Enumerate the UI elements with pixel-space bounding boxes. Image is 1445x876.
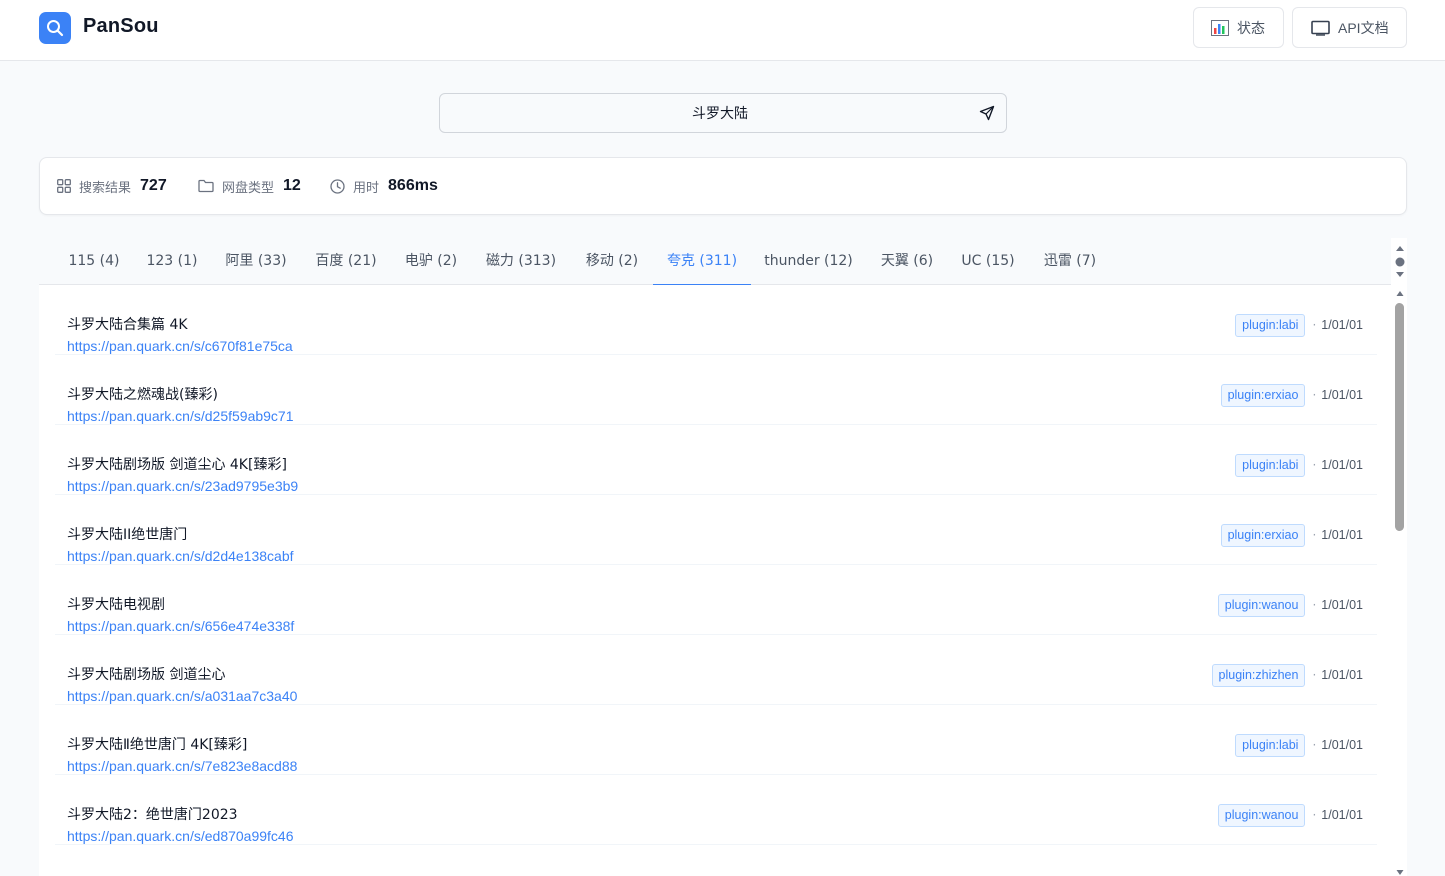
separator-dot: · — [1312, 738, 1317, 752]
result-date: 1/01/01 — [1321, 388, 1363, 402]
result-date: 1/01/01 — [1321, 808, 1363, 822]
time-label: 用时 — [353, 180, 380, 196]
stat-types: 网盘类型 12 — [198, 158, 301, 214]
result-title: 斗罗大陆电视剧 — [67, 597, 165, 613]
separator-dot: · — [1312, 598, 1317, 612]
tab-mobile[interactable]: 移动 (2) — [571, 238, 653, 285]
types-value: 12 — [283, 177, 301, 194]
result-title: 斗罗大陆Ⅱ绝世唐门 4K[臻彩] — [67, 737, 248, 753]
tab-edonkey[interactable]: 电驴 (2) — [391, 238, 471, 285]
result-item[interactable]: 斗罗大陆Ⅱ绝世唐门 4K[臻彩] https://pan.quark.cn/s/… — [55, 705, 1377, 775]
tab-xunlei[interactable]: 迅雷 (7) — [1028, 238, 1112, 285]
result-item[interactable]: 斗罗大陆电视剧 https://pan.quark.cn/s/656e474e3… — [55, 565, 1377, 635]
result-date: 1/01/01 — [1321, 458, 1363, 472]
result-title: 斗罗大陆2：绝世唐门2023 — [67, 807, 238, 823]
scrollbar-thumb[interactable] — [1395, 303, 1404, 531]
source-tag: plugin:labi — [1235, 453, 1306, 477]
result-link[interactable]: https://pan.quark.cn/s/d2d4e138cabf — [67, 548, 294, 564]
stat-results: 搜索结果 727 — [57, 158, 167, 214]
folder-icon — [198, 179, 214, 193]
top-header: PanSou 状态 API文档 — [0, 0, 1445, 61]
source-tag: plugin:labi — [1235, 313, 1306, 337]
results-panel: 115 (4) 123 (1) 阿里 (33) 百度 (21) 电驴 (2) 磁… — [39, 238, 1407, 876]
tab-thunder[interactable]: thunder (12) — [751, 238, 866, 285]
result-title: 斗罗大陆之燃魂战(臻彩) — [67, 387, 218, 403]
result-link[interactable]: https://pan.quark.cn/s/7e823e8acd88 — [67, 758, 297, 774]
result-meta: plugin:wanou · 1/01/01 — [1217, 593, 1363, 617]
result-title: 斗罗大陆II绝世唐门 — [67, 527, 188, 543]
api-docs-button[interactable]: API文档 — [1292, 7, 1407, 48]
tab-magnet[interactable]: 磁力 (313) — [471, 238, 571, 285]
source-tag: plugin:wanou — [1217, 593, 1306, 617]
search-icon[interactable] — [39, 12, 71, 44]
source-tag: plugin:erxiao — [1220, 383, 1306, 407]
separator-dot: · — [1312, 808, 1317, 822]
result-meta: plugin:zhizhen · 1/01/01 — [1211, 663, 1363, 687]
source-tag: plugin:labi — [1235, 733, 1306, 757]
send-icon[interactable] — [979, 105, 995, 121]
monitor-icon — [1311, 20, 1330, 36]
separator-dot: · — [1312, 388, 1317, 402]
separator-dot: · — [1312, 458, 1317, 472]
tab-uc[interactable]: UC (15) — [948, 238, 1028, 285]
result-item[interactable]: 斗罗大陆剧场版 剑道尘心 4K[臻彩] https://pan.quark.cn… — [55, 425, 1377, 495]
result-meta: plugin:labi · 1/01/01 — [1235, 313, 1363, 337]
result-link[interactable]: https://pan.quark.cn/s/656e474e338f — [67, 618, 294, 634]
tab-quark[interactable]: 夸克 (311) — [653, 238, 751, 285]
results-value: 727 — [140, 177, 167, 194]
stats-card: 搜索结果 727 网盘类型 12 用时 866ms — [39, 157, 1407, 215]
types-label: 网盘类型 — [222, 180, 275, 196]
result-link[interactable]: https://pan.quark.cn/s/d25f59ab9c71 — [67, 408, 294, 424]
result-link[interactable]: https://pan.quark.cn/s/23ad9795e3b9 — [67, 478, 298, 494]
source-tag: plugin:erxiao — [1220, 523, 1306, 547]
result-link[interactable]: https://pan.quark.cn/s/c670f81e75ca — [67, 338, 293, 354]
grid-icon — [57, 179, 71, 193]
source-tag: plugin:zhizhen — [1211, 663, 1306, 687]
status-button[interactable]: 状态 — [1193, 7, 1284, 48]
tab-baidu[interactable]: 百度 (21) — [301, 238, 391, 285]
tab-aliyun[interactable]: 阿里 (33) — [211, 238, 301, 285]
result-link[interactable]: https://pan.quark.cn/s/a031aa7c3a40 — [67, 688, 297, 704]
result-title: 斗罗大陆剧场版 剑道尘心 — [67, 667, 226, 683]
result-item[interactable]: 斗罗大陆II绝世唐门 https://pan.quark.cn/s/d2d4e1… — [55, 495, 1377, 565]
bar-chart-icon — [1211, 19, 1229, 36]
result-date: 1/01/01 — [1321, 528, 1363, 542]
result-meta: plugin:erxiao · 1/01/01 — [1220, 383, 1363, 407]
result-title: 斗罗大陆合集篇 4K — [67, 317, 188, 333]
app-title[interactable]: PanSou — [83, 15, 159, 38]
result-link[interactable]: https://pan.quark.cn/s/ed870a99fc46 — [67, 828, 294, 844]
status-button-label: 状态 — [1237, 19, 1265, 36]
result-item[interactable]: 斗罗大陆剧场版 剑道尘心 https://pan.quark.cn/s/a031… — [55, 635, 1377, 705]
separator-dot: · — [1312, 318, 1317, 332]
result-meta: plugin:labi · 1/01/01 — [1235, 733, 1363, 757]
tabs-scrollbar[interactable] — [1394, 242, 1406, 282]
result-title: 斗罗大陆剧场版 剑道尘心 4K[臻彩] — [67, 457, 287, 473]
result-date: 1/01/01 — [1321, 318, 1363, 332]
result-meta: plugin:erxiao · 1/01/01 — [1220, 523, 1363, 547]
result-date: 1/01/01 — [1321, 668, 1363, 682]
tab-115[interactable]: 115 (4) — [55, 238, 133, 285]
result-item[interactable]: 斗罗大陆2：绝世唐门2023 https://pan.quark.cn/s/ed… — [55, 775, 1377, 845]
result-date: 1/01/01 — [1321, 738, 1363, 752]
result-item[interactable]: 斗罗大陆之燃魂战(臻彩) https://pan.quark.cn/s/d25f… — [55, 355, 1377, 425]
separator-dot: · — [1312, 528, 1317, 542]
result-meta: plugin:labi · 1/01/01 — [1235, 453, 1363, 477]
clock-icon — [330, 178, 345, 194]
search-bar — [439, 93, 1007, 133]
tab-tianyi[interactable]: 天翼 (6) — [866, 238, 948, 285]
tab-123[interactable]: 123 (1) — [133, 238, 211, 285]
result-date: 1/01/01 — [1321, 598, 1363, 612]
separator-dot: · — [1312, 668, 1317, 682]
source-tag: plugin:wanou — [1217, 803, 1306, 827]
time-value: 866ms — [388, 177, 438, 194]
api-docs-button-label: API文档 — [1338, 19, 1389, 36]
stat-time: 用时 866ms — [330, 158, 438, 214]
cloud-type-tabs: 115 (4) 123 (1) 阿里 (33) 百度 (21) 电驴 (2) 磁… — [39, 238, 1391, 285]
result-meta: plugin:wanou · 1/01/01 — [1217, 803, 1363, 827]
result-item[interactable]: 斗罗大陆合集篇 4K https://pan.quark.cn/s/c670f8… — [55, 285, 1377, 355]
search-input[interactable] — [480, 94, 960, 132]
results-label: 搜索结果 — [79, 180, 132, 196]
